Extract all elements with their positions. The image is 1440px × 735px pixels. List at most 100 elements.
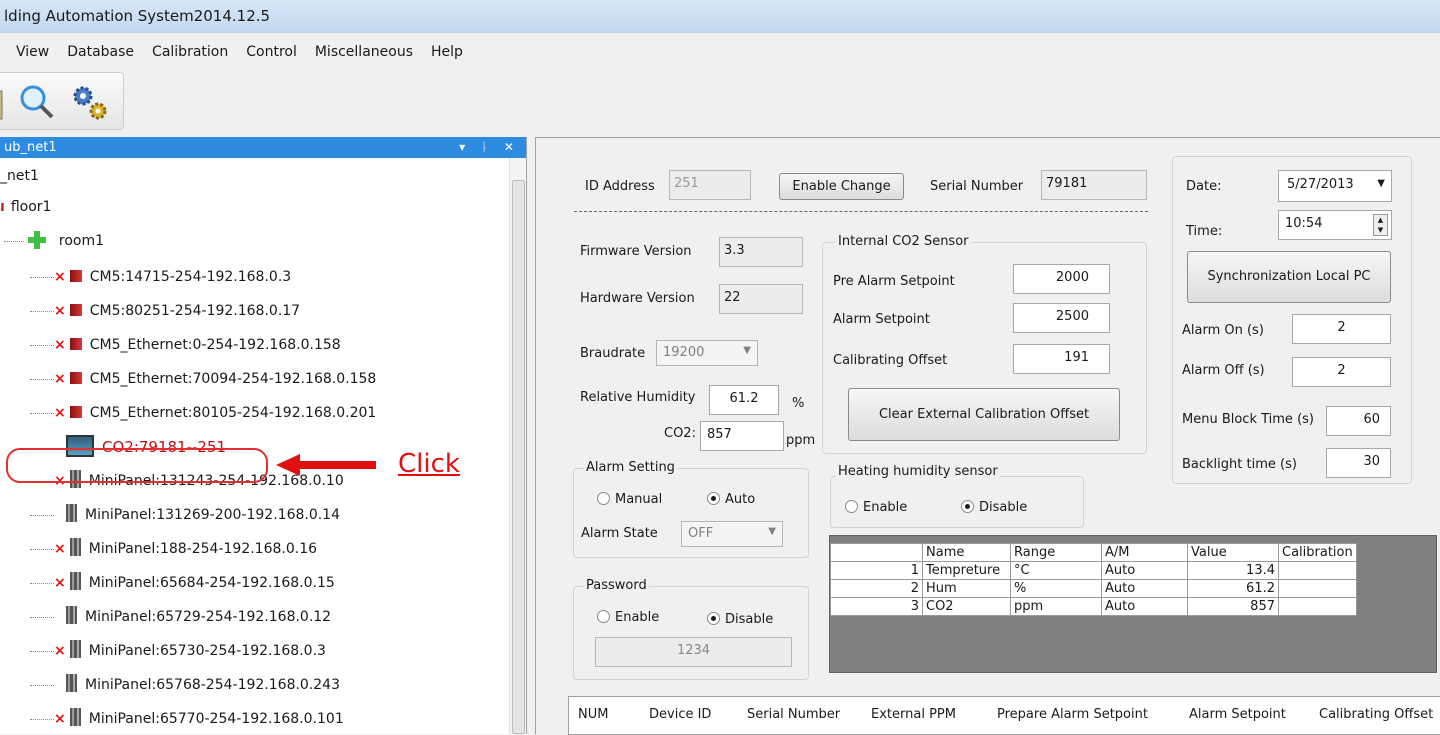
serial-number-field[interactable]: 79181 [1041,170,1147,200]
sensor-table-row[interactable]: 3 CO2 ppm Auto 857 [830,597,1357,616]
sensor-cell[interactable]: CO2 [922,597,1011,616]
alarm-on-label: Alarm On (s) [1182,323,1264,338]
menu-control[interactable]: Control [237,38,306,66]
sensor-cell[interactable]: Tempreture [922,561,1011,580]
hardware-field[interactable]: 22 [719,284,803,314]
disconnected-icon: × [54,711,66,727]
click-arrow [276,454,376,480]
sensor-col-header[interactable]: Name [922,543,1011,562]
menu-miscellaneous[interactable]: Miscellaneous [306,38,422,66]
menu-help[interactable]: Help [422,38,472,66]
sensor-cell[interactable] [1278,561,1357,580]
password-enable-radio[interactable]: Enable [597,610,659,625]
floor-icon: ı [0,199,5,215]
firmware-field[interactable]: 3.3 [719,237,803,267]
spinner-icon[interactable]: ▲ ▼ [1373,214,1388,236]
menu-view[interactable]: View [0,38,58,66]
sensor-col-header[interactable]: Range [1010,543,1102,562]
tree-device[interactable]: × CM5:80251-254-192.168.0.17 [30,299,300,323]
time-picker[interactable]: 10:54 ▲ ▼ [1278,210,1392,240]
sensor-cell[interactable] [1278,597,1357,616]
sensor-cell[interactable]: 857 [1187,597,1279,616]
tree-device[interactable]: × CM5_Ethernet:0-254-192.168.0.158 [30,333,341,357]
col-serial-number[interactable]: Serial Number [747,707,840,722]
sensor-cell[interactable]: Auto [1101,597,1188,616]
cm5-device-icon [69,372,82,384]
menu-database[interactable]: Database [58,38,143,66]
col-external-ppm[interactable]: External PPM [871,707,956,722]
sensor-cell[interactable]: % [1010,579,1102,598]
alarm-auto-radio[interactable]: Auto [707,492,755,507]
date-picker[interactable]: 5/27/2013 ▼ [1278,170,1392,202]
sensor-col-header[interactable] [830,543,923,562]
tree-node-network[interactable]: _net1 [0,164,39,188]
tree-device[interactable]: × MiniPanel:65770-254-192.168.0.101 [30,707,344,731]
enable-change-button[interactable]: Enable Change [779,173,904,200]
sensor-cell[interactable]: Auto [1101,561,1188,580]
tree-node-room[interactable]: room1 [0,229,104,253]
gear-icon[interactable] [70,83,108,121]
col-prepare-alarm-setpoint[interactable]: Prepare Alarm Setpoint [997,707,1148,722]
alarm-state-label: Alarm State [581,526,658,541]
col-alarm-setpoint[interactable]: Alarm Setpoint [1189,707,1286,722]
sensor-table-row[interactable]: 2 Hum% Auto 61.2 [830,579,1357,598]
tree-device[interactable]: MiniPanel:65768-254-192.168.0.243 [30,673,340,697]
col-calibrating-offset[interactable]: Calibrating Offset [1319,707,1433,722]
calibrating-offset-field[interactable]: 191 [1013,344,1110,374]
scrollbar-thumb[interactable] [512,180,525,734]
pre-alarm-field[interactable]: 2000 [1013,264,1110,294]
sensor-col-header[interactable]: A/M [1101,543,1188,562]
alarm-manual-radio[interactable]: Manual [597,492,662,507]
col-device-id[interactable]: Device ID [649,707,711,722]
heating-enable-radio[interactable]: Enable [845,500,907,515]
sensor-cell[interactable]: 2 [830,579,923,598]
password-disable-radio[interactable]: Disable [707,612,773,627]
baudrate-select[interactable]: 19200 ▼ [656,340,758,366]
tree-device[interactable]: × CM5_Ethernet:70094-254-192.168.0.158 [30,367,376,391]
sensor-cell[interactable]: 61.2 [1187,579,1279,598]
room-icon [28,231,47,257]
sensor-cell[interactable]: 1 [830,561,923,580]
sensor-cell[interactable]: Auto [1101,579,1188,598]
pane-controls[interactable]: ▾ ᚿ ✕ [459,137,520,158]
password-field[interactable]: 1234 [595,637,792,667]
tree-scrollbar[interactable] [509,158,526,734]
alarm-off-field[interactable]: 2 [1292,357,1391,387]
tree-device[interactable]: MiniPanel:65729-254-192.168.0.12 [30,605,331,629]
heating-disable-radio[interactable]: Disable [961,500,1027,515]
humidity-field[interactable]: 61.2 [709,385,779,415]
search-icon[interactable] [18,83,56,121]
sensor-col-header[interactable]: Calibration [1278,543,1357,562]
sensor-col-header[interactable]: Value [1187,543,1279,562]
sensor-cell[interactable]: 3 [830,597,923,616]
selected-device-highlight [6,448,268,483]
menu-calibration[interactable]: Calibration [143,38,237,66]
col-num[interactable]: NUM [578,707,608,722]
tree-device[interactable]: × CM5:14715-254-192.168.0.3 [30,265,291,289]
tree-device[interactable]: × MiniPanel:65730-254-192.168.0.3 [30,639,326,663]
co2-field[interactable]: 857 [700,421,784,451]
id-address-field[interactable]: 251 [669,170,751,200]
disconnected-icon: × [54,337,66,353]
backlight-field[interactable]: 30 [1326,448,1391,478]
tree-device[interactable]: × MiniPanel:65684-254-192.168.0.15 [30,571,335,595]
tree-node-floor[interactable]: ı floor1 [0,195,51,219]
alarm-on-field[interactable]: 2 [1292,314,1391,344]
humidity-label: Relative Humidity [580,390,696,405]
sensor-cell[interactable]: 13.4 [1187,561,1279,580]
alarm-state-select[interactable]: OFF ▼ [681,521,783,547]
menu-bar: View Database Calibration Control Miscel… [0,38,1440,66]
menu-block-field[interactable]: 60 [1326,406,1391,436]
tree-device[interactable]: MiniPanel:131269-200-192.168.0.14 [30,503,340,527]
clear-calibration-offset-button[interactable]: Clear External Calibration Offset [848,388,1120,441]
sensor-cell[interactable]: ppm [1010,597,1102,616]
sensor-table-row[interactable]: 1 Tempreture °C Auto 13.4 [830,561,1357,580]
tree-device[interactable]: × MiniPanel:188-254-192.168.0.16 [30,537,317,561]
sensor-cell[interactable]: °C [1010,561,1102,580]
alarm-setpoint-field[interactable]: 2500 [1013,303,1110,333]
sync-local-pc-button[interactable]: Synchronization Local PC [1187,251,1391,303]
sensor-cell[interactable] [1278,579,1357,598]
tree-device[interactable]: × CM5_Ethernet:80105-254-192.168.0.201 [30,401,376,425]
sensor-cell[interactable]: Hum [922,579,1011,598]
partial-tool-icon[interactable] [0,83,6,121]
